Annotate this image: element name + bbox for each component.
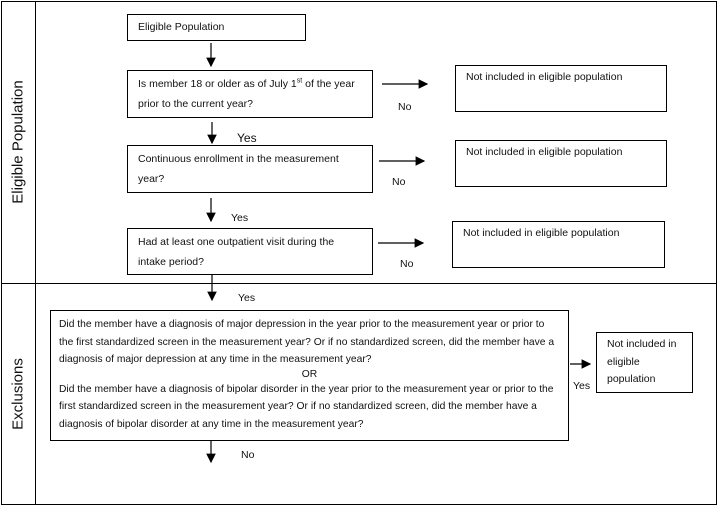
node-not-included-2: Not included in eligible population — [455, 140, 667, 187]
age-question-text: Is member 18 or older as of July 1 — [138, 78, 297, 90]
edge-label-yes: Yes — [231, 212, 249, 224]
node-not-included-3: Not included in eligible population — [452, 221, 665, 268]
edge-label-yes: Yes — [573, 380, 591, 392]
node-not-included-4: Not included in eligible population — [596, 332, 693, 393]
edge-label-no: No — [392, 176, 406, 188]
edge-label-no: No — [241, 449, 255, 461]
edge-label-no: No — [400, 258, 414, 270]
edge-label-no: No — [398, 101, 412, 113]
node-exclusion-question: Did the member have a diagnosis of major… — [50, 310, 569, 441]
exclusion-bipolar-text: Did the member have a diagnosis of bipol… — [59, 383, 554, 430]
edge-label-yes: Yes — [238, 292, 256, 304]
node-enrollment-question: Continuous enrollment in the measurement… — [127, 145, 373, 193]
edge-label-yes: Yes — [237, 131, 257, 145]
exclusion-or-text: OR — [301, 368, 318, 380]
exclusion-depression-text: Did the member have a diagnosis of major… — [59, 319, 555, 365]
node-not-included-1: Not included in eligible population — [455, 65, 667, 112]
node-age-question: Is member 18 or older as of July 1st of … — [127, 70, 373, 118]
node-eligible-population: Eligible Population — [127, 14, 306, 41]
node-outpatient-question: Had at least one outpatient visit during… — [127, 228, 373, 275]
